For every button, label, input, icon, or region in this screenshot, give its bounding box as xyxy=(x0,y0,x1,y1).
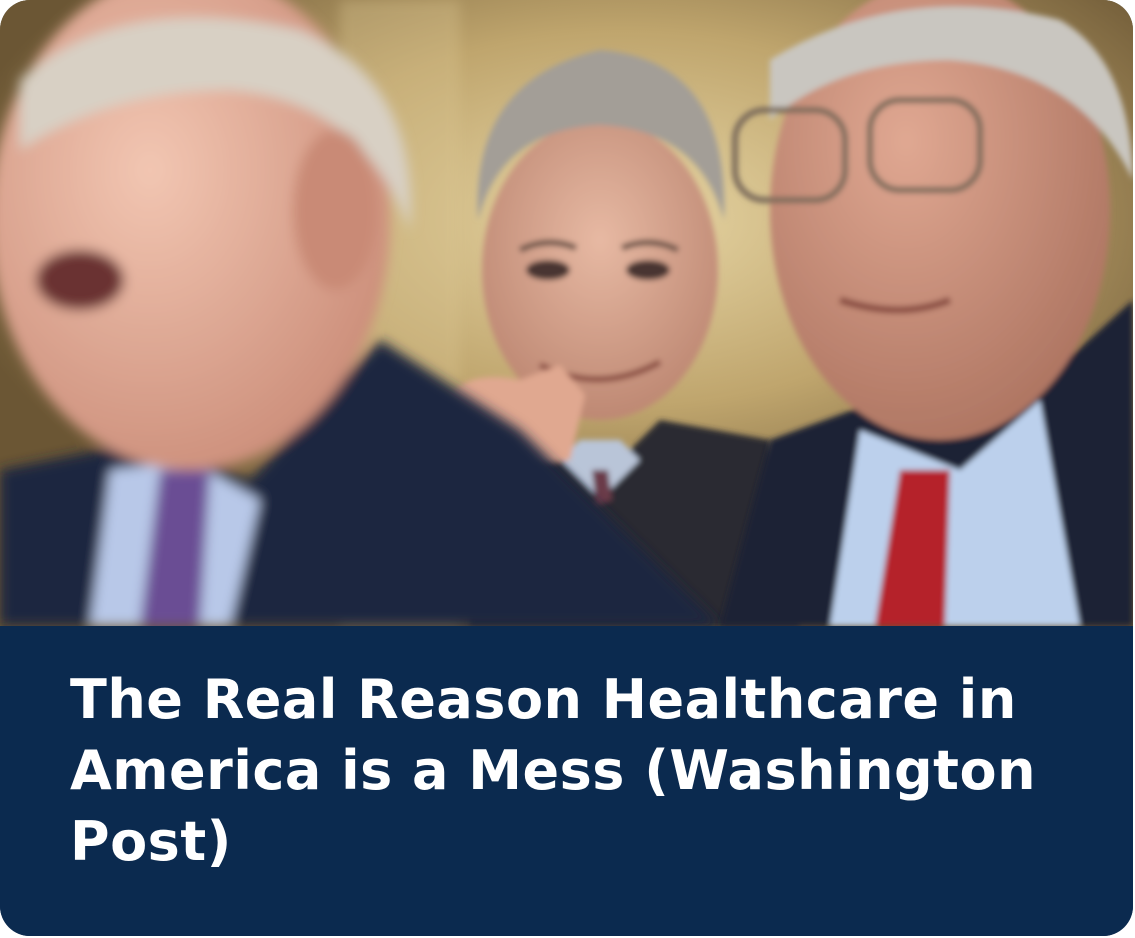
article-headline[interactable]: The Real Reason Healthcare in America is… xyxy=(70,664,1070,877)
caption-panel[interactable]: The Real Reason Healthcare in America is… xyxy=(0,626,1133,936)
article-card[interactable]: The Real Reason Healthcare in America is… xyxy=(0,0,1133,936)
article-photo[interactable] xyxy=(0,0,1133,626)
article-photo-illustration xyxy=(0,0,1133,626)
